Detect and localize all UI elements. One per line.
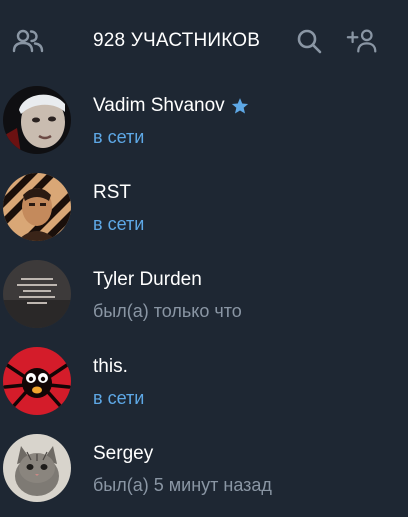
member-list: Vadim Shvanov в сети RST в сети Tyler Du… <box>0 82 408 517</box>
member-name: Sergey <box>93 443 154 464</box>
members-count-title: 928 УЧАСТНИКОВ <box>93 30 261 51</box>
member-row[interactable]: this. в сети <box>0 343 408 430</box>
add-member-icon[interactable] <box>346 26 380 56</box>
avatar[interactable] <box>3 434 71 502</box>
avatar[interactable] <box>3 347 71 415</box>
member-name: Vadim Shvanov <box>93 95 225 116</box>
star-icon <box>231 97 249 115</box>
member-status: в сети <box>93 388 145 408</box>
member-row[interactable]: Tyler Durden был(а) только что <box>0 256 408 343</box>
member-status: в сети <box>93 127 145 147</box>
member-row[interactable]: RST в сети <box>0 169 408 256</box>
avatar[interactable] <box>3 173 71 241</box>
search-icon[interactable] <box>292 26 326 56</box>
member-name: this. <box>93 356 128 377</box>
member-name: Tyler Durden <box>93 269 202 290</box>
members-header: 928 УЧАСТНИКОВ <box>0 0 408 82</box>
member-row[interactable]: Vadim Shvanov в сети <box>0 82 408 169</box>
member-status: был(а) 5 минут назад <box>93 475 272 495</box>
members-panel: 928 УЧАСТНИКОВ Vadim Shvanov в сети RST … <box>0 0 408 517</box>
member-status: в сети <box>93 214 145 234</box>
member-name: RST <box>93 182 131 203</box>
avatar[interactable] <box>3 86 71 154</box>
avatar[interactable] <box>3 260 71 328</box>
member-status: был(а) только что <box>93 301 242 321</box>
members-icon[interactable] <box>11 26 45 56</box>
member-row[interactable]: Sergey был(а) 5 минут назад <box>0 430 408 517</box>
